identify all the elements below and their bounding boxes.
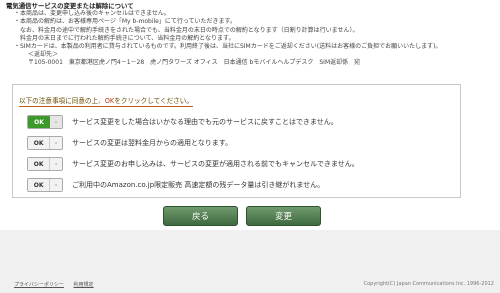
toggle-off[interactable]: -: [50, 116, 62, 128]
privacy-policy-link[interactable]: プライバシーポリシー: [14, 282, 64, 288]
consent-text: サービス変更をした場合はいかなる理由でも元のサービスに戻すことはできません。: [72, 118, 338, 126]
back-button[interactable]: 戻る: [163, 206, 238, 226]
consent-row: OK - サービス変更をした場合はいかなる理由でも元のサービスに戻すことはできま…: [27, 115, 457, 130]
notice-title: 電気通信サービスの変更または解除について: [6, 2, 134, 10]
notice-line: 料金月の末日までに行われた解約手続きについて、当料金月の解約となります。: [20, 34, 235, 42]
consent-panel: 以下の注意事項に同意の上、OKをクリックしてください。 OK - サービス変更を…: [12, 84, 461, 198]
consent-toggle[interactable]: OK -: [27, 115, 63, 129]
change-button[interactable]: 変更: [246, 206, 321, 226]
toggle-ok[interactable]: OK: [28, 137, 51, 149]
instruction-suffix: をクリックしてください。: [114, 97, 193, 105]
consent-text: サービスの変更は翌料金月からの適用となります。: [72, 139, 233, 147]
notice-line: なお、料金月の途中で解約手続きをされた場合でも、当料金月の末日の時点での解約とな…: [20, 26, 359, 34]
copyright: Copyright(C) Japan Communications Inc. 1…: [363, 281, 494, 287]
instruction-ok: OK: [104, 97, 115, 105]
notice-section: 電気通信サービスの変更または解除について ・本商品は、変更申し込み後のキャンセル…: [6, 2, 494, 68]
toggle-off[interactable]: -: [50, 179, 62, 191]
toggle-ok[interactable]: OK: [28, 158, 51, 170]
footer: プライバシーポリシー 利用規定 Copyright(C) Japan Commu…: [0, 230, 500, 293]
consent-row: OK - ご利用中のAmazon.co.jp限定販売 高速定額の残データ量は引き…: [27, 178, 457, 193]
consent-text: サービス変更のお申し込みは、サービスの変更が適用される前でもキャンセルできません…: [72, 160, 359, 168]
toggle-ok[interactable]: OK: [28, 179, 51, 191]
terms-link[interactable]: 利用規定: [74, 282, 94, 288]
consent-toggle[interactable]: OK -: [27, 136, 63, 150]
toggle-off[interactable]: -: [50, 137, 62, 149]
consent-row: OK - サービスの変更は翌料金月からの適用となります。: [27, 136, 457, 151]
consent-instruction: 以下の注意事項に同意の上、OKをクリックしてください。: [19, 95, 193, 107]
toggle-ok[interactable]: OK: [28, 116, 50, 128]
consent-toggle[interactable]: OK -: [27, 157, 63, 171]
footer-links: プライバシーポリシー 利用規定: [14, 281, 102, 288]
consent-text: ご利用中のAmazon.co.jp限定販売 高速定額の残データ量は引き継がれませ…: [72, 181, 325, 189]
notice-address: 〒105-0001 東京都港区虎ノ門4－1－28 虎ノ門タワーズ オフィス 日本…: [28, 59, 361, 67]
consent-toggle[interactable]: OK -: [27, 178, 63, 192]
toggle-off[interactable]: -: [50, 158, 62, 170]
notice-line: ・本商品の解約は、お客様専用ページ「My b-mobile」にて行っていただきま…: [14, 18, 236, 26]
consent-row: OK - サービス変更のお申し込みは、サービスの変更が適用される前でもキャンセル…: [27, 157, 457, 172]
instruction-prefix: 以下の注意事項に同意の上、: [19, 97, 105, 105]
notice-line: ・SIMカードは、本製品の利用者に貸与されているものです。利用終了後は、当社にS…: [14, 43, 442, 51]
